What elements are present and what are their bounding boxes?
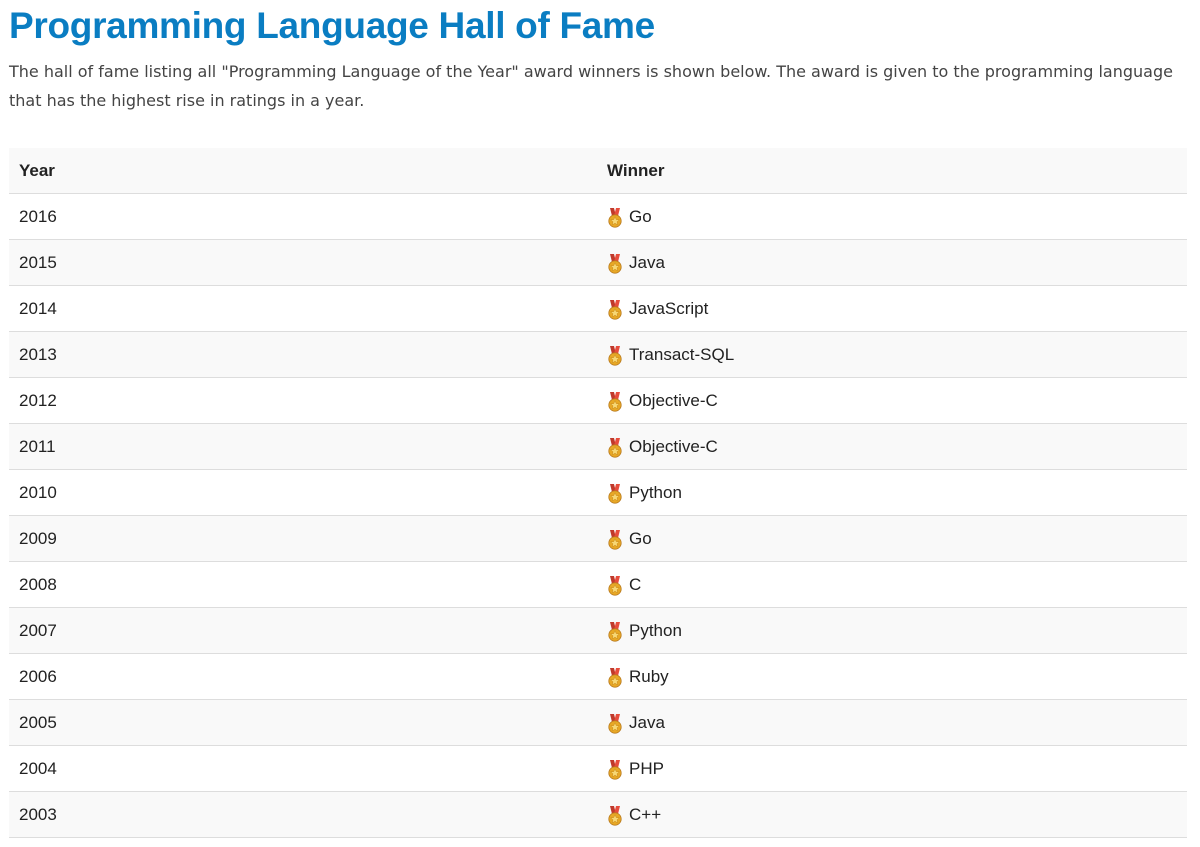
year-cell: 2006 [9, 653, 597, 700]
header-winner: Winner [597, 148, 1187, 194]
table-row: 2016 Go [9, 193, 1187, 240]
winner-name: Objective-C [629, 436, 718, 456]
year-cell: 2003 [9, 791, 597, 838]
winner-name: C [629, 574, 642, 594]
winner-name: C++ [629, 804, 662, 824]
winner-name: Python [629, 482, 682, 502]
year-cell: 2012 [9, 377, 597, 424]
medal-icon [607, 713, 623, 734]
medal-icon [607, 575, 623, 596]
medal-icon [607, 529, 623, 550]
medal-icon [607, 253, 623, 274]
winner-name: JavaScript [629, 298, 709, 318]
header-year: Year [9, 148, 597, 194]
table-row: 2015 Java [9, 239, 1187, 286]
year-cell: 2007 [9, 607, 597, 654]
winner-name: PHP [629, 758, 664, 778]
year-cell: 2013 [9, 331, 597, 378]
medal-icon [607, 621, 623, 642]
table-row: 2003 C++ [9, 791, 1187, 838]
year-cell: 2009 [9, 515, 597, 562]
winner-cell: JavaScript [597, 285, 1187, 332]
year-cell: 2011 [9, 423, 597, 470]
year-cell: 2016 [9, 193, 597, 240]
winner-cell: PHP [597, 745, 1187, 792]
winner-cell: Go [597, 515, 1187, 562]
table-header-row: Year Winner [9, 148, 1187, 194]
page-content: Programming Language Hall of Fame The ha… [9, 0, 1187, 838]
winner-cell: Go [597, 193, 1187, 240]
table-row: 2013 Transact-SQL [9, 331, 1187, 378]
year-cell: 2004 [9, 745, 597, 792]
table-row: 2007 Python [9, 607, 1187, 654]
table-row: 2012 Objective-C [9, 377, 1187, 424]
winner-cell: Objective-C [597, 423, 1187, 470]
table-row: 2010 Python [9, 469, 1187, 516]
table-row: 2004 PHP [9, 745, 1187, 792]
table-row: 2011 Objective-C [9, 423, 1187, 470]
year-cell: 2015 [9, 239, 597, 286]
year-cell: 2010 [9, 469, 597, 516]
winner-cell: C++ [597, 791, 1187, 838]
medal-icon [607, 345, 623, 366]
winner-cell: C [597, 561, 1187, 608]
medal-icon [607, 483, 623, 504]
year-cell: 2008 [9, 561, 597, 608]
winner-name: Java [629, 712, 665, 732]
table-row: 2008 C [9, 561, 1187, 608]
winner-cell: Python [597, 607, 1187, 654]
year-cell: 2014 [9, 285, 597, 332]
table-row: 2006 Ruby [9, 653, 1187, 700]
winner-cell: Java [597, 239, 1187, 286]
medal-icon [607, 437, 623, 458]
winner-cell: Ruby [597, 653, 1187, 700]
year-cell: 2005 [9, 699, 597, 746]
page-title: Programming Language Hall of Fame [9, 5, 655, 46]
winner-name: Go [629, 528, 652, 548]
winner-cell: Objective-C [597, 377, 1187, 424]
winner-name: Java [629, 252, 665, 272]
medal-icon [607, 759, 623, 780]
medal-icon [607, 207, 623, 228]
winner-name: Transact-SQL [629, 344, 735, 364]
hall-of-fame-table: Year Winner 2016 Go 2015 Java 2014 JavaS… [9, 148, 1187, 838]
winner-cell: Transact-SQL [597, 331, 1187, 378]
winner-cell: Java [597, 699, 1187, 746]
medal-icon [607, 391, 623, 412]
table-row: 2009 Go [9, 515, 1187, 562]
winner-name: Ruby [629, 666, 669, 686]
winner-cell: Python [597, 469, 1187, 516]
table-row: 2005 Java [9, 699, 1187, 746]
table-row: 2014 JavaScript [9, 285, 1187, 332]
intro-text: The hall of fame listing all "Programmin… [9, 62, 1173, 110]
winner-name: Go [629, 206, 652, 226]
winner-name: Python [629, 620, 682, 640]
winner-name: Objective-C [629, 390, 718, 410]
medal-icon [607, 805, 623, 826]
medal-icon [607, 667, 623, 688]
medal-icon [607, 299, 623, 320]
